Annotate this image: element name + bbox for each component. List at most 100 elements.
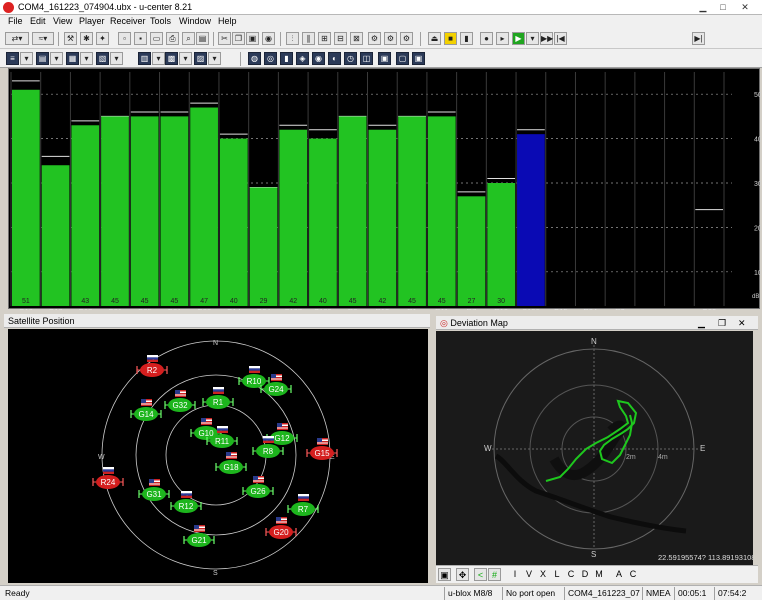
dev-tool-l[interactable]: L <box>552 568 562 581</box>
frame-view-icon[interactable]: ▢ <box>396 52 409 65</box>
baudrate-icon[interactable]: ≈▾ <box>32 32 54 45</box>
satellite-g14[interactable]: G14 <box>130 399 162 421</box>
step-icon[interactable]: ▮ <box>460 32 473 45</box>
new-file-icon[interactable]: ▫ <box>118 32 131 45</box>
messages-view-icon[interactable]: ▤ <box>36 52 49 65</box>
dev-tool-icon-3[interactable]: < <box>474 568 487 581</box>
satellite-g32[interactable]: G32 <box>164 390 196 412</box>
packet-dropdown-icon[interactable]: ▾ <box>80 52 93 65</box>
skip-to-end-icon[interactable]: ▶| <box>692 32 705 45</box>
gear3-icon[interactable]: ⚙ <box>400 32 413 45</box>
settings-icon[interactable]: ✱ <box>80 32 93 45</box>
menu-player[interactable]: Player <box>79 16 105 26</box>
console-view-icon[interactable]: ≡ <box>6 52 19 65</box>
step-back-icon[interactable]: ⫶ <box>286 32 299 45</box>
rewind-to-start-icon[interactable]: |◀ <box>554 32 567 45</box>
deviation-view-icon[interactable]: ◈ <box>296 52 309 65</box>
step-forward-icon[interactable]: ▸ <box>496 32 509 45</box>
console-dropdown-icon[interactable]: ▾ <box>20 52 33 65</box>
dev-tool-x[interactable]: X <box>538 568 548 581</box>
histogram-view-icon[interactable]: ▨ <box>194 52 207 65</box>
dev-tool-a[interactable]: A <box>614 568 624 581</box>
fast-forward-icon[interactable]: ▶▶ <box>540 32 553 45</box>
close-icon[interactable]: ✕ <box>738 1 752 13</box>
menu-edit[interactable]: Edit <box>30 16 46 26</box>
pause-icon[interactable]: ∥ <box>302 32 315 45</box>
camera-icon[interactable]: ◉ <box>262 32 275 45</box>
satellite-g20[interactable]: G20 <box>265 517 297 539</box>
maximize-icon[interactable]: □ <box>716 1 730 13</box>
dev-tool-icon-1[interactable]: ▣ <box>438 568 451 581</box>
satellite-r24[interactable]: R24 <box>92 467 124 489</box>
satellite-g26[interactable]: G26 <box>242 476 274 498</box>
satellite-r10[interactable]: R10 <box>238 366 270 388</box>
binary-dropdown-icon[interactable]: ▾ <box>110 52 123 65</box>
messages-dropdown-icon[interactable]: ▾ <box>50 52 63 65</box>
dev-tool-i[interactable]: I <box>510 568 520 581</box>
play-icon[interactable]: ▶ <box>512 32 525 45</box>
satellite-r2[interactable]: R2 <box>136 355 168 377</box>
data-view-icon[interactable]: ◫ <box>360 52 373 65</box>
menu-receiver[interactable]: Receiver <box>110 16 146 26</box>
dev-tool-d[interactable]: D <box>580 568 590 581</box>
satellite-g24[interactable]: G24 <box>260 374 292 396</box>
signal-view-icon[interactable]: ▮ <box>280 52 293 65</box>
dev-tool-c[interactable]: C <box>566 568 576 581</box>
histogram-dropdown-icon[interactable]: ▾ <box>208 52 221 65</box>
save-icon[interactable]: ▪ <box>134 32 147 45</box>
dev-tool-m[interactable]: M <box>594 568 604 581</box>
menu-view[interactable]: View <box>53 16 72 26</box>
menu-tools[interactable]: Tools <box>150 16 171 26</box>
table-view-icon[interactable]: ▥ <box>138 52 151 65</box>
print-preview-icon[interactable]: ⌕ <box>182 32 195 45</box>
grid-icon[interactable]: ⊠ <box>350 32 363 45</box>
chart-view-icon[interactable]: ▩ <box>165 52 178 65</box>
copy-icon[interactable]: ❐ <box>232 32 245 45</box>
record-icon[interactable]: ● <box>480 32 493 45</box>
panel-close-icon[interactable]: ✕ <box>738 316 746 330</box>
satellite-g18[interactable]: G18 <box>215 452 247 474</box>
page-setup-icon[interactable]: ▤ <box>196 32 209 45</box>
dev-tool-icon-4[interactable]: # <box>488 568 501 581</box>
layout-icon[interactable]: ⊞ <box>318 32 331 45</box>
split-icon[interactable]: ⊟ <box>334 32 347 45</box>
text-view-icon[interactable]: ▣ <box>378 52 391 65</box>
panel-restore-icon[interactable]: ❐ <box>718 316 726 330</box>
chart-dropdown-icon[interactable]: ▾ <box>179 52 192 65</box>
eject-icon[interactable]: ⏏ <box>428 32 441 45</box>
clock-view-icon[interactable]: ◷ <box>344 52 357 65</box>
satellite-r7[interactable]: R7 <box>287 494 319 516</box>
gear2-icon[interactable]: ⚙ <box>384 32 397 45</box>
satellite-g31[interactable]: G31 <box>138 479 170 501</box>
satellite-label: G26 <box>250 487 266 496</box>
tools-icon[interactable]: ✦ <box>96 32 109 45</box>
gear-icon[interactable]: ⚙ <box>368 32 381 45</box>
sky-view-icon[interactable]: ◍ <box>248 52 261 65</box>
play-dropdown-icon[interactable]: ▾ <box>526 32 539 45</box>
cut-icon[interactable]: ✂ <box>218 32 231 45</box>
dev-tool-v[interactable]: V <box>524 568 534 581</box>
print-icon[interactable]: ⎙ <box>166 32 179 45</box>
satellite-r12[interactable]: R12 <box>170 491 202 513</box>
panel-minimize-icon[interactable]: ▁ <box>698 316 705 330</box>
wrench-icon[interactable]: ⚒ <box>64 32 77 45</box>
compass-view-icon[interactable]: ◐ <box>328 52 341 65</box>
connection-icon[interactable]: ⇄▾ <box>5 32 29 45</box>
camera-view-icon[interactable]: ▣ <box>412 52 425 65</box>
binary-view-icon[interactable]: ▧ <box>96 52 109 65</box>
packet-view-icon[interactable]: ▦ <box>66 52 79 65</box>
menu-window[interactable]: Window <box>179 16 211 26</box>
satellite-g21[interactable]: G21 <box>183 525 215 547</box>
menu-file[interactable]: File <box>8 16 23 26</box>
stop-icon[interactable]: ■ <box>444 32 457 45</box>
open-icon[interactable]: ▭ <box>150 32 163 45</box>
map-view-icon[interactable]: ◎ <box>264 52 277 65</box>
table-dropdown-icon[interactable]: ▾ <box>152 52 165 65</box>
paste-icon[interactable]: ▣ <box>246 32 259 45</box>
satellite-label: G12 <box>274 434 290 443</box>
minimize-icon[interactable]: ▁ <box>696 1 710 13</box>
satellite-view-icon[interactable]: ◉ <box>312 52 325 65</box>
dev-tool-icon-2[interactable]: ✥ <box>456 568 469 581</box>
menu-help[interactable]: Help <box>218 16 237 26</box>
dev-tool-c2[interactable]: C <box>628 568 638 581</box>
